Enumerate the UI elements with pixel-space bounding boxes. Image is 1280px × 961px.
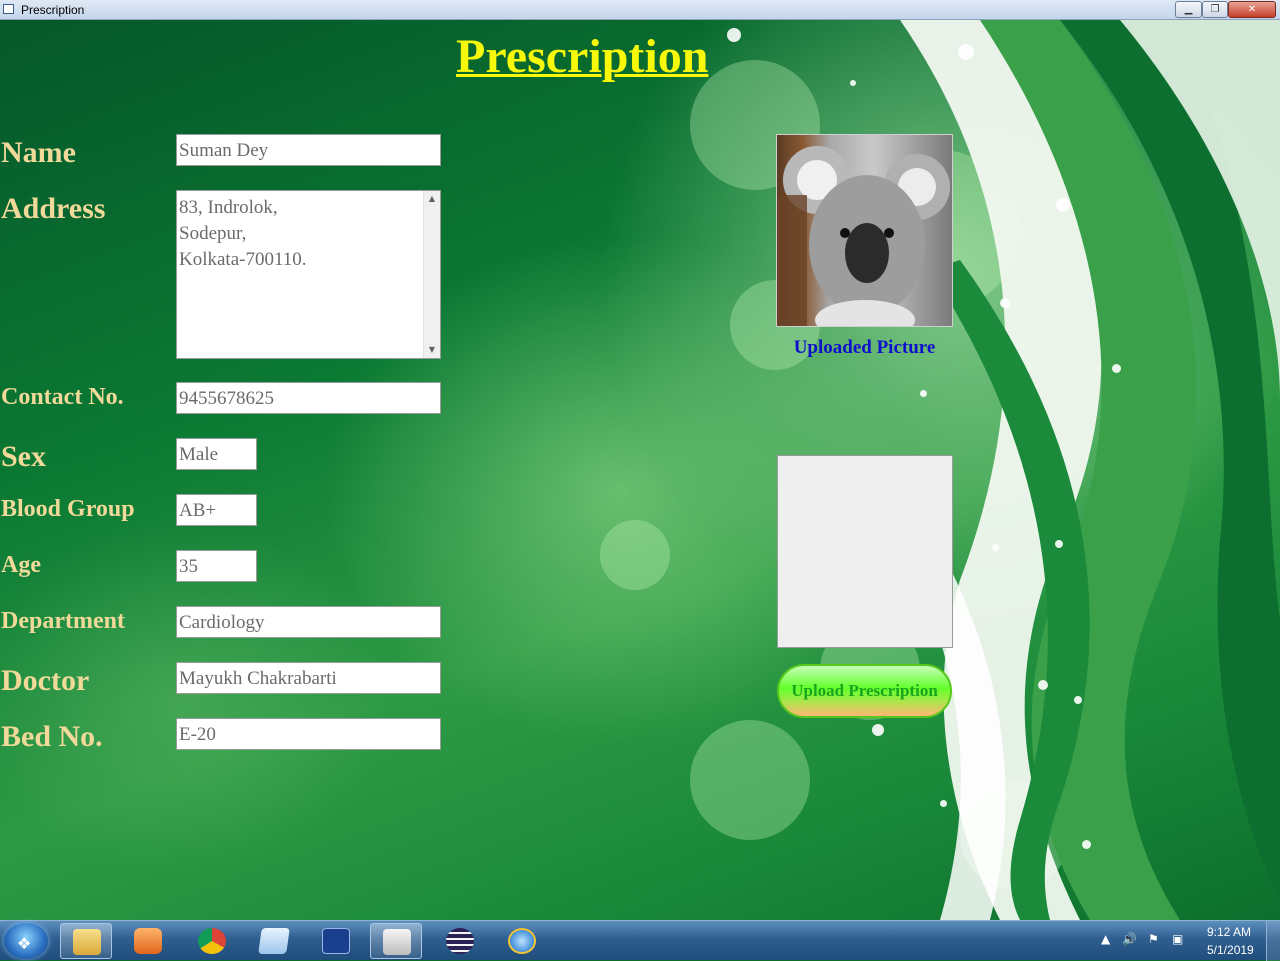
taskbar-item-prescription-app[interactable] <box>370 923 422 959</box>
taskbar-item-notepad[interactable] <box>248 923 300 959</box>
show-desktop-button[interactable] <box>1266 921 1280 961</box>
address-line: 83, Indrolok, <box>179 197 278 218</box>
internet-explorer-icon <box>508 928 536 954</box>
age-label: Age <box>1 552 41 578</box>
action-center-icon[interactable]: ⚑ <box>1148 932 1159 946</box>
taskbar-item-internet-explorer[interactable] <box>496 923 548 959</box>
close-button[interactable]: ✕ <box>1228 1 1276 18</box>
start-icon: ❖ <box>17 934 32 953</box>
prescription-image-box <box>777 455 953 648</box>
taskbar-item-chrome[interactable] <box>186 923 238 959</box>
blood-group-field[interactable]: AB+ <box>176 494 257 526</box>
devcpp-icon <box>322 928 350 954</box>
chrome-icon <box>198 928 226 954</box>
maximize-button[interactable]: ❐ <box>1202 1 1228 18</box>
clock-time[interactable]: 9:12 AM <box>1207 925 1251 939</box>
close-icon: ✕ <box>1247 4 1257 15</box>
minimize-button[interactable]: ▁ <box>1175 1 1202 18</box>
start-button[interactable]: ❖ <box>4 923 48 959</box>
address-line: Kolkata-700110. <box>179 249 307 270</box>
doctor-field[interactable]: Mayukh Chakrabarti <box>176 662 441 694</box>
photo-caption: Uploaded Picture <box>793 337 936 358</box>
taskbar-item-devcpp[interactable] <box>310 923 362 959</box>
blood-group-label: Blood Group <box>1 496 135 522</box>
window-title: Prescription <box>21 3 85 17</box>
clock-date[interactable]: 5/1/2019 <box>1207 943 1254 957</box>
contact-field[interactable]: 9455678625 <box>176 382 441 414</box>
address-line: Sodepur, <box>179 223 247 244</box>
taskbar: ❖ ▲ 🔊 ⚑ ▣ 9:12 AM 5/1/2019 <box>0 920 1280 961</box>
age-field[interactable]: 35 <box>176 550 257 582</box>
uploaded-picture <box>776 134 953 327</box>
window-title-bar[interactable]: Prescription ▁ ❐ ✕ <box>0 0 1280 20</box>
taskbar-item-explorer[interactable] <box>60 923 112 959</box>
contact-label: Contact No. <box>1 384 124 410</box>
file-explorer-icon <box>73 929 101 955</box>
upload-prescription-button[interactable]: Upload Prescription <box>777 664 952 718</box>
doctor-label: Doctor <box>1 664 90 697</box>
media-player-icon <box>134 928 162 954</box>
minimize-icon: ▁ <box>1184 4 1193 15</box>
scroll-up-icon[interactable]: ▲ <box>424 191 440 207</box>
address-label: Address <box>1 192 106 225</box>
app-window-icon <box>3 4 14 14</box>
notepad-icon <box>258 928 290 954</box>
address-scrollbar[interactable]: ▲ ▼ <box>423 191 440 358</box>
network-icon[interactable]: ▣ <box>1172 932 1183 946</box>
name-label: Name <box>1 136 76 169</box>
restore-icon: ❐ <box>1210 4 1220 15</box>
koala-image <box>777 146 950 326</box>
department-label: Department <box>1 608 125 634</box>
bed-label: Bed No. <box>1 720 103 753</box>
name-field[interactable]: Suman Dey <box>176 134 441 166</box>
prescription-app-icon <box>383 929 411 955</box>
taskbar-item-media-player[interactable] <box>122 923 174 959</box>
eclipse-icon <box>446 928 474 954</box>
show-hidden-icons-icon[interactable]: ▲ <box>1101 932 1110 946</box>
bed-field[interactable]: E-20 <box>176 718 441 750</box>
page-title: Prescription <box>456 30 709 83</box>
sex-label: Sex <box>1 440 46 473</box>
volume-icon[interactable]: 🔊 <box>1122 932 1137 946</box>
department-field[interactable]: Cardiology <box>176 606 441 638</box>
scroll-down-icon[interactable]: ▼ <box>424 342 440 358</box>
sex-field[interactable]: Male <box>176 438 257 470</box>
address-field[interactable]: 83, Indrolok, Sodepur, Kolkata-700110. ▲… <box>176 190 441 359</box>
taskbar-item-eclipse[interactable] <box>434 923 486 959</box>
